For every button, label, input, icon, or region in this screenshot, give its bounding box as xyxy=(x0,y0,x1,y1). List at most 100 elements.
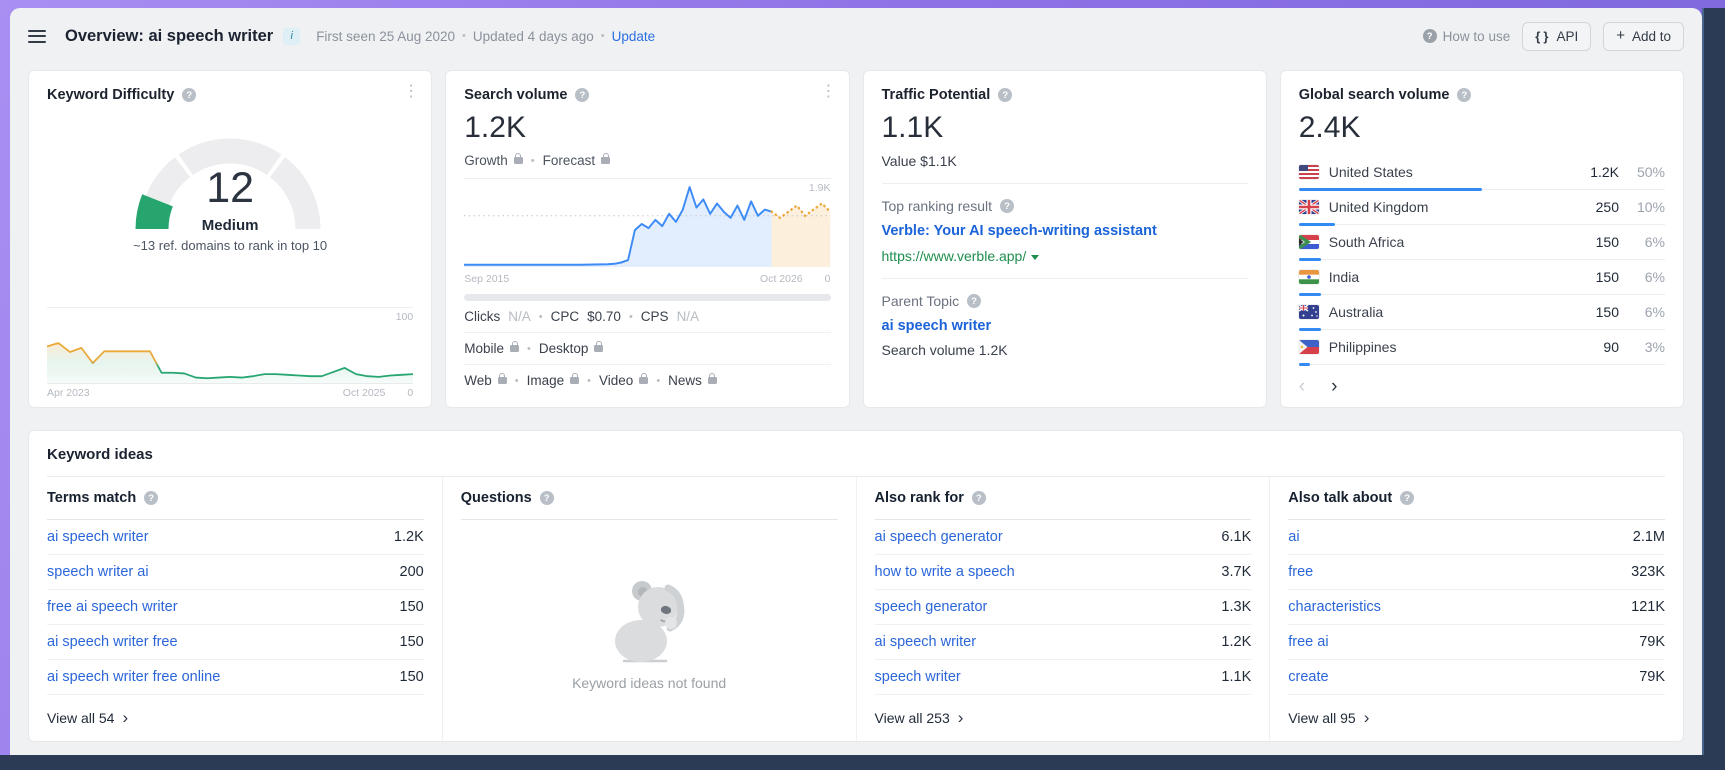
updated-text: Updated 4 days ago xyxy=(473,29,594,44)
add-to-button[interactable]: + Add to xyxy=(1603,22,1684,51)
keyword-link[interactable]: ai speech generator xyxy=(875,529,1222,545)
keyword-row: ai speech writer free 150 xyxy=(47,625,424,660)
keyword-link[interactable]: ai speech writer xyxy=(47,529,394,545)
url-text: https://www.verble.app/ xyxy=(882,248,1027,264)
mobile-toggle[interactable]: Mobile xyxy=(464,341,519,356)
card-menu-icon[interactable]: ⋮ xyxy=(403,85,419,99)
help-icon[interactable]: ? xyxy=(967,294,981,308)
view-all-label: View all 253 xyxy=(875,710,950,726)
keyword-link[interactable]: free xyxy=(1288,564,1631,580)
image-toggle[interactable]: Image xyxy=(527,373,580,388)
keyword-link[interactable]: ai speech writer free xyxy=(47,634,400,650)
api-button[interactable]: { } API xyxy=(1522,22,1591,51)
keyword-ideas-title: Keyword ideas xyxy=(47,431,1665,477)
keyword-link[interactable]: free ai xyxy=(1288,634,1639,650)
web-toggle[interactable]: Web xyxy=(464,373,507,388)
video-toggle[interactable]: Video xyxy=(599,373,648,388)
top-ranking-result-link[interactable]: Verble: Your AI speech-writing assistant xyxy=(882,223,1248,239)
add-to-button-label: Add to xyxy=(1632,29,1671,44)
lock-icon xyxy=(510,345,519,352)
keyword-info-badge[interactable]: i xyxy=(283,28,300,45)
keyword-row: free 323K xyxy=(1288,555,1665,590)
help-icon[interactable]: ? xyxy=(575,88,589,102)
lock-icon xyxy=(514,157,523,164)
cps-label: CPS xyxy=(641,309,669,324)
forecast-toggle[interactable]: Forecast xyxy=(543,153,611,168)
news-toggle[interactable]: News xyxy=(668,373,717,388)
view-all-terms-match[interactable]: View all 54 › xyxy=(47,695,424,741)
help-icon[interactable]: ? xyxy=(182,88,196,102)
help-icon[interactable]: ? xyxy=(998,88,1012,102)
kd-gauge: 12 Medium ~13 ref. domains to rank in to… xyxy=(47,117,413,297)
volume-chart-range-slider[interactable] xyxy=(464,294,830,301)
next-page-icon[interactable]: › xyxy=(1331,377,1337,396)
cpc-label: CPC xyxy=(551,309,580,324)
growth-toggle[interactable]: Growth xyxy=(464,153,523,168)
help-icon[interactable]: ? xyxy=(540,491,554,505)
keyword-link[interactable]: free ai speech writer xyxy=(47,599,400,615)
help-icon[interactable]: ? xyxy=(972,491,986,505)
keyword-volume: 150 xyxy=(400,669,424,685)
keyword-ideas-card: Keyword ideas Terms match ? ai speech wr… xyxy=(28,430,1684,742)
country-volume: 90 xyxy=(1573,339,1619,355)
keyword-link[interactable]: speech writer xyxy=(875,669,1222,685)
terms-match-header: Terms match xyxy=(47,490,136,506)
keyword-link[interactable]: speech writer ai xyxy=(47,564,400,580)
card-menu-icon[interactable]: ⋮ xyxy=(821,85,837,99)
parent-topic-link[interactable]: ai speech writer xyxy=(882,318,1248,334)
keyword-volume: 1.3K xyxy=(1221,599,1251,615)
country-row: Australia 150 6% xyxy=(1299,295,1665,330)
keyword-link[interactable]: ai xyxy=(1288,529,1633,545)
help-icon[interactable]: ? xyxy=(1400,491,1414,505)
country-volume: 150 xyxy=(1573,269,1619,285)
tp-value-line: Value $1.1K xyxy=(882,153,1248,169)
keyword-row: create 79K xyxy=(1288,660,1665,695)
keyword-link[interactable]: ai speech writer xyxy=(875,634,1222,650)
keyword-link[interactable]: characteristics xyxy=(1288,599,1631,615)
help-icon[interactable]: ? xyxy=(1000,199,1014,213)
help-icon[interactable]: ? xyxy=(144,491,158,505)
parent-topic-label: Parent Topic xyxy=(882,293,960,309)
kd-value: 12 xyxy=(47,163,413,213)
country-percent: 6% xyxy=(1629,234,1665,250)
gv-value: 2.4K xyxy=(1299,111,1665,145)
cps-value: N/A xyxy=(677,309,700,324)
keyword-link[interactable]: how to write a speech xyxy=(875,564,1222,580)
update-link[interactable]: Update xyxy=(612,29,656,44)
koala-illustration xyxy=(598,571,700,667)
keyword-meta: First seen 25 Aug 2020 • Updated 4 days … xyxy=(316,29,655,44)
clicks-value: N/A xyxy=(508,309,531,324)
keyword-link[interactable]: ai speech writer free online xyxy=(47,669,400,685)
view-all-also-rank-for[interactable]: View all 253 › xyxy=(875,695,1252,741)
keyword-volume: 1.2K xyxy=(394,529,424,545)
top-ranking-url-link[interactable]: https://www.verble.app/ xyxy=(882,248,1248,264)
country-name: South Africa xyxy=(1329,234,1563,250)
country-share-bar xyxy=(1299,363,1310,366)
window-scrollbar-gutter[interactable] xyxy=(1702,8,1725,770)
keyword-row: ai speech writer 1.2K xyxy=(47,520,424,555)
keyword-row: ai 2.1M xyxy=(1288,520,1665,555)
hamburger-menu-icon[interactable] xyxy=(28,30,46,43)
country-flag-icon xyxy=(1299,235,1319,249)
also-rank-for-column: Also rank for ? ai speech generator 6.1K… xyxy=(856,477,1270,741)
how-to-use-link[interactable]: ? How to use xyxy=(1423,29,1511,44)
prev-page-icon[interactable]: ‹ xyxy=(1299,377,1305,396)
desktop-toggle[interactable]: Desktop xyxy=(539,341,604,356)
lock-icon xyxy=(498,377,507,384)
also-rank-for-header: Also rank for xyxy=(875,490,964,506)
country-percent: 6% xyxy=(1629,269,1665,285)
kd-history-chart: 100 Apr 2023 xyxy=(47,307,413,399)
country-volume: 150 xyxy=(1573,234,1619,250)
cpc-value: $0.70 xyxy=(587,309,621,324)
keyword-volume: 150 xyxy=(400,634,424,650)
keyword-link[interactable]: speech generator xyxy=(875,599,1222,615)
country-volume-list: United States 1.2K 50% United Kingdom 25… xyxy=(1299,155,1665,365)
view-all-also-talk-about[interactable]: View all 95 › xyxy=(1288,695,1665,741)
also-talk-about-header: Also talk about xyxy=(1288,490,1392,506)
country-percent: 50% xyxy=(1629,164,1665,180)
global-volume-card: Global search volume ? 2.4K United State… xyxy=(1280,70,1684,408)
clicks-metrics-row: Clicks N/A • CPC $0.70 • CPS N/A xyxy=(464,301,830,333)
keyword-link[interactable]: create xyxy=(1288,669,1639,685)
help-icon[interactable]: ? xyxy=(1457,88,1471,102)
chevron-right-icon: › xyxy=(958,708,964,728)
